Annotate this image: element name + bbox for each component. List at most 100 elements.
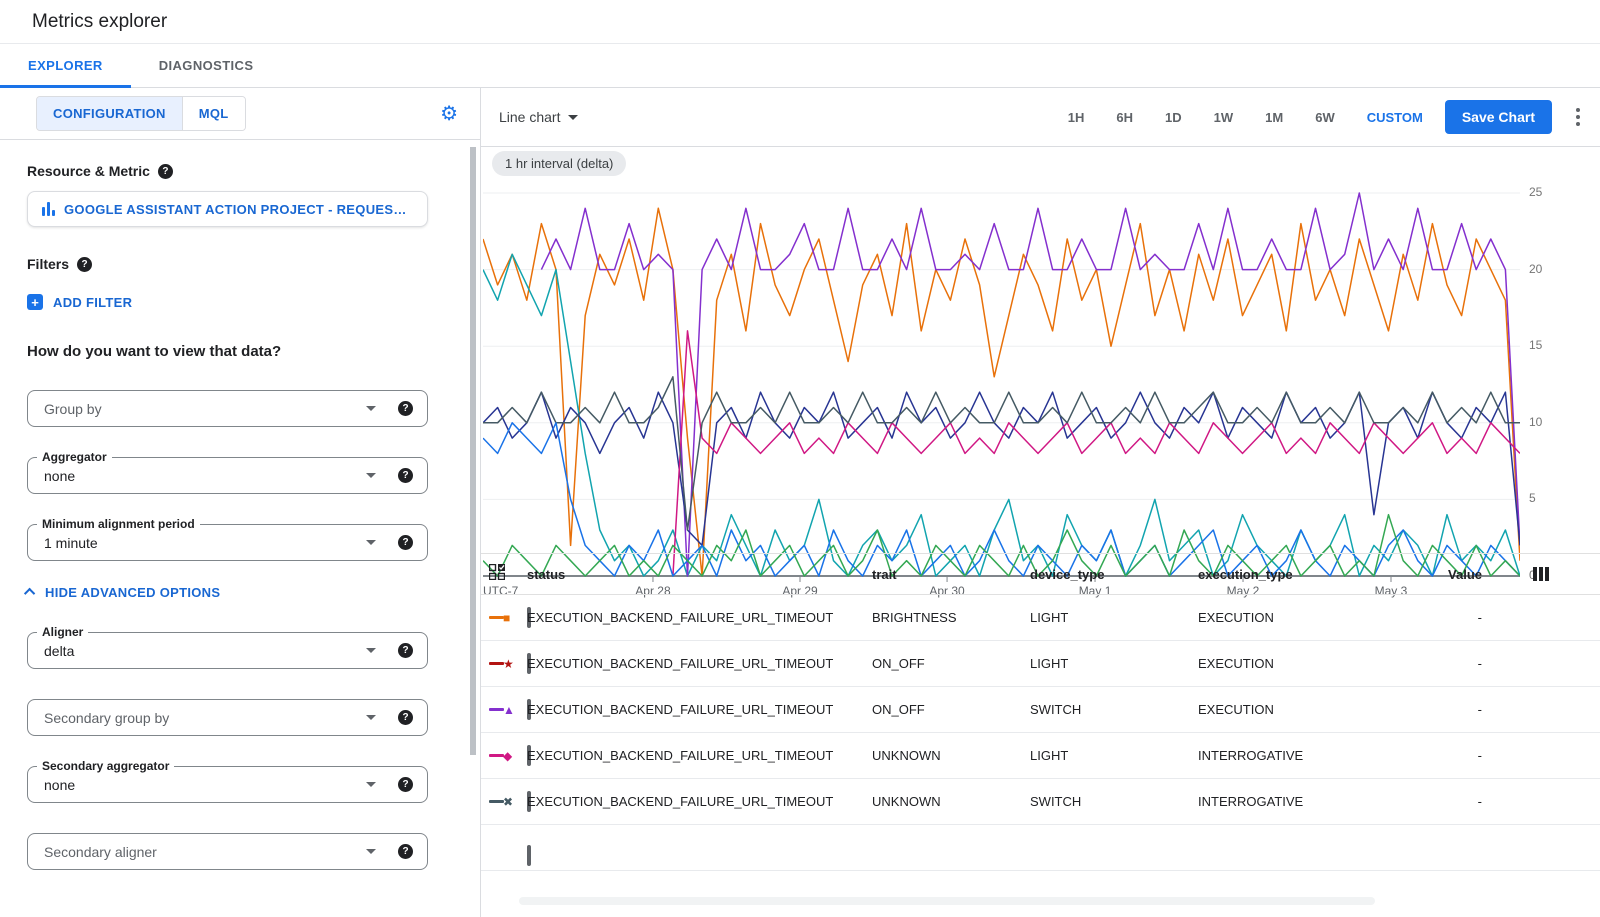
- chart-panel: Line chart 1H 6H 1D 1W 1M 6W CUSTOM Save…: [481, 88, 1600, 917]
- y-tick-label: 10: [1529, 415, 1559, 429]
- series-teal: [483, 254, 1520, 576]
- configuration-toggle-button[interactable]: CONFIGURATION: [37, 97, 182, 130]
- execution-type-cell: INTERROGATIVE: [1198, 748, 1402, 763]
- table-row[interactable]: ★ EXECUTION_BACKEND_FAILURE_URL_TIMEOUT …: [481, 641, 1600, 687]
- range-custom[interactable]: CUSTOM: [1367, 110, 1423, 125]
- page-title: Metrics explorer: [32, 11, 167, 33]
- table-horizontal-scrollbar[interactable]: [519, 897, 1375, 905]
- aligner-field[interactable]: Aligner delta ?: [27, 632, 428, 669]
- table-row[interactable]: ✖ EXECUTION_BACKEND_FAILURE_URL_TIMEOUT …: [481, 779, 1600, 825]
- range-1m[interactable]: 1M: [1265, 110, 1283, 125]
- help-icon[interactable]: ?: [398, 468, 413, 483]
- series-navy: [483, 392, 1520, 545]
- chevron-down-icon: [366, 473, 376, 478]
- app-header: Metrics explorer: [0, 0, 1600, 44]
- group-by-field[interactable]: Group by ?: [27, 390, 428, 427]
- hide-advanced-options-toggle[interactable]: HIDE ADVANCED OPTIONS: [27, 582, 220, 602]
- column-execution-type[interactable]: execution_type: [1198, 567, 1402, 582]
- table-row[interactable]: ◆ EXECUTION_BACKEND_FAILURE_URL_TIMEOUT …: [481, 733, 1600, 779]
- more-options-icon[interactable]: [1572, 104, 1584, 130]
- left-panel-scrollbar[interactable]: [470, 147, 476, 755]
- execution-type-cell: EXECUTION: [1198, 656, 1402, 671]
- tab-explorer[interactable]: EXPLORER: [0, 44, 131, 87]
- series-slate: [483, 377, 1520, 530]
- chevron-down-icon: [366, 648, 376, 653]
- secondary-aligner-field[interactable]: Secondary aligner ?: [27, 833, 428, 870]
- bar-chart-icon: [42, 202, 55, 216]
- plus-icon: +: [27, 294, 43, 310]
- table-body: ■ EXECUTION_BACKEND_FAILURE_URL_TIMEOUT …: [481, 595, 1600, 871]
- trait-cell: UNKNOWN: [872, 794, 1030, 809]
- column-device-type[interactable]: device_type: [1030, 567, 1198, 582]
- range-6h[interactable]: 6H: [1116, 110, 1133, 125]
- status-cell: EXECUTION_BACKEND_FAILURE_URL_TIMEOUT: [527, 794, 872, 809]
- help-icon[interactable]: ?: [398, 777, 413, 792]
- table-row-partial[interactable]: [481, 825, 1600, 871]
- execution-type-cell: EXECUTION: [1198, 610, 1402, 625]
- column-value[interactable]: Value: [1402, 567, 1482, 582]
- help-icon[interactable]: ?: [398, 535, 413, 550]
- mql-toggle-button[interactable]: MQL: [182, 97, 245, 130]
- metric-chip[interactable]: GOOGLE ASSISTANT ACTION PROJECT - REQUES…: [27, 191, 428, 227]
- filters-label: Filters ?: [27, 256, 450, 272]
- y-tick-label: 15: [1529, 338, 1559, 352]
- value-cell: -: [1402, 702, 1482, 717]
- table-row[interactable]: ■ EXECUTION_BACKEND_FAILURE_URL_TIMEOUT …: [481, 595, 1600, 641]
- series-purple: [541, 193, 1520, 576]
- range-1d[interactable]: 1D: [1165, 110, 1182, 125]
- column-trait[interactable]: trait: [872, 567, 1030, 582]
- tab-diagnostics[interactable]: DIAGNOSTICS: [131, 44, 282, 87]
- secondary-aggregator-field[interactable]: Secondary aggregator none ?: [27, 766, 428, 803]
- table-row[interactable]: ▲ EXECUTION_BACKEND_FAILURE_URL_TIMEOUT …: [481, 687, 1600, 733]
- chart-toolbar: Line chart 1H 6H 1D 1W 1M 6W CUSTOM Save…: [481, 88, 1600, 147]
- trait-cell: BRIGHTNESS: [872, 610, 1030, 625]
- status-cell: EXECUTION_BACKEND_FAILURE_URL_TIMEOUT: [527, 748, 872, 763]
- help-icon[interactable]: ?: [398, 401, 413, 416]
- range-6w[interactable]: 6W: [1315, 110, 1335, 125]
- aggregator-field[interactable]: Aggregator none ?: [27, 457, 428, 494]
- series-orange: [483, 208, 1520, 576]
- help-icon[interactable]: ?: [398, 710, 413, 725]
- y-tick-label: 5: [1529, 491, 1559, 505]
- device-type-cell: LIGHT: [1030, 610, 1198, 625]
- series-marker: [489, 825, 527, 828]
- device-type-cell: SWITCH: [1030, 702, 1198, 717]
- secondary-group-by-field[interactable]: Secondary group by ?: [27, 699, 428, 736]
- device-type-cell: SWITCH: [1030, 794, 1198, 809]
- value-cell: -: [1402, 748, 1482, 763]
- range-1w[interactable]: 1W: [1214, 110, 1234, 125]
- column-status[interactable]: status: [527, 567, 872, 582]
- status-cell: EXECUTION_BACKEND_FAILURE_URL_TIMEOUT: [527, 702, 872, 717]
- line-chart-plot[interactable]: [483, 185, 1520, 585]
- columns-icon[interactable]: [1533, 567, 1549, 581]
- panel-header: CONFIGURATION MQL ⚙: [0, 88, 480, 140]
- help-icon[interactable]: ?: [398, 643, 413, 658]
- toggle-legend-icon[interactable]: [489, 564, 505, 585]
- value-cell: -: [1402, 656, 1482, 671]
- range-1h[interactable]: 1H: [1068, 110, 1085, 125]
- series-table: status trait device_type execution_type …: [481, 553, 1600, 917]
- series-pink: [673, 331, 1520, 576]
- chart-type-dropdown[interactable]: Line chart: [499, 109, 578, 125]
- series-marker: ★: [489, 658, 527, 670]
- y-tick-label: 20: [1529, 262, 1559, 276]
- save-chart-button[interactable]: Save Chart: [1445, 100, 1552, 134]
- chevron-down-icon: [568, 115, 578, 120]
- status-cell: EXECUTION_BACKEND_FAILURE_URL_TIMEOUT: [527, 610, 872, 625]
- series-marker: ▲: [489, 704, 527, 716]
- trait-cell: UNKNOWN: [872, 748, 1030, 763]
- help-icon[interactable]: ?: [158, 164, 173, 179]
- help-icon[interactable]: ?: [398, 844, 413, 859]
- execution-type-cell: INTERROGATIVE: [1198, 794, 1402, 809]
- resource-metric-label: Resource & Metric ?: [27, 163, 450, 179]
- series-marker: ■: [489, 612, 527, 624]
- gear-icon[interactable]: ⚙: [440, 104, 458, 124]
- min-alignment-period-field[interactable]: Minimum alignment period 1 minute ?: [27, 524, 428, 561]
- row-checkbox[interactable]: [527, 845, 531, 866]
- device-type-cell: LIGHT: [1030, 656, 1198, 671]
- view-data-question: How do you want to view that data?: [27, 343, 450, 360]
- help-icon[interactable]: ?: [77, 257, 92, 272]
- table-header: status trait device_type execution_type …: [481, 554, 1600, 595]
- add-filter-button[interactable]: + ADD FILTER: [27, 294, 132, 310]
- tab-bar: EXPLORER DIAGNOSTICS: [0, 44, 1600, 88]
